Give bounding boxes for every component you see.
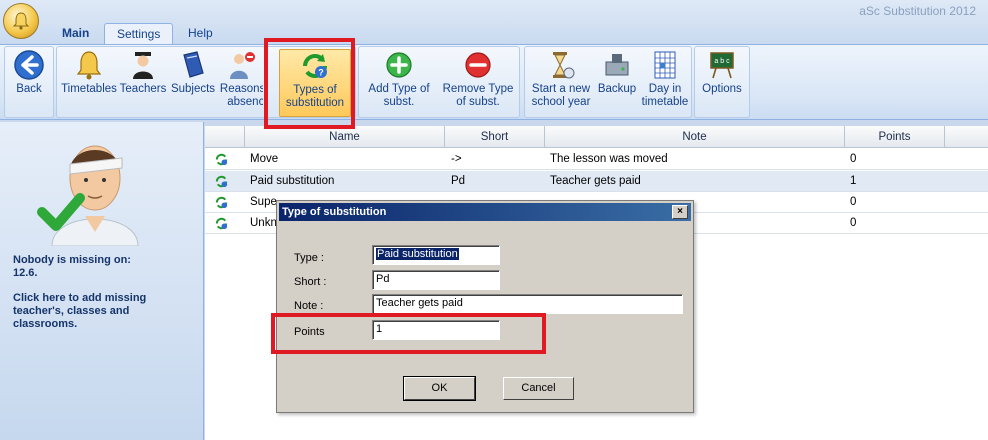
cell-short: Pd: [451, 175, 466, 187]
blackboard-icon: a b c: [710, 52, 734, 79]
back-button[interactable]: Back: [7, 49, 51, 117]
tab-main[interactable]: Main: [50, 23, 101, 44]
header-short[interactable]: Short: [445, 126, 545, 148]
substitution-type-icon: [215, 217, 228, 230]
substitution-type-icon: [215, 153, 228, 166]
subjects-button[interactable]: Subjects: [169, 49, 217, 117]
cell-short: ->: [451, 153, 462, 165]
note-label: Note :: [294, 300, 324, 312]
backup-button[interactable]: Backup: [595, 49, 639, 117]
ribbon-group-data: Timetables Teachers Subjects Reasons abs…: [56, 46, 356, 118]
reasons-of-absence-button[interactable]: Reasons of absence: [219, 49, 263, 117]
header-points[interactable]: Points: [845, 126, 945, 148]
bell-icon: [76, 51, 102, 80]
dialog-title-bar[interactable]: Type of substitution ×: [279, 203, 691, 221]
remove-type-button[interactable]: Remove Type of subst.: [441, 49, 515, 117]
teachers-button[interactable]: Teachers: [119, 49, 167, 117]
options-button[interactable]: a b c Options: [697, 49, 747, 117]
ok-button[interactable]: OK: [403, 376, 476, 401]
hourglass-icon: [553, 52, 575, 79]
calendar-grid-icon: [654, 51, 676, 79]
ribbon-group-types: Add Type of subst. Remove Type of subst.: [358, 46, 520, 118]
add-type-button[interactable]: Add Type of subst.: [367, 49, 431, 117]
app-menu-button[interactable]: [3, 3, 39, 39]
book-icon: [183, 51, 204, 78]
cancel-button[interactable]: Cancel: [503, 377, 574, 400]
cell-note: Teacher gets paid: [550, 175, 641, 187]
plus-icon: [386, 52, 412, 78]
day-label: Day in timetable: [641, 83, 689, 108]
short-field[interactable]: Pd: [372, 270, 500, 290]
short-label: Short :: [294, 276, 327, 288]
svg-text:?: ?: [318, 68, 324, 78]
subjects-label: Subjects: [170, 83, 216, 95]
back-label: Back: [16, 83, 42, 95]
bell-icon: [12, 12, 30, 30]
cell-name: Paid substitution: [250, 175, 335, 187]
new-year-label: Start a new school year: [531, 83, 591, 108]
swap-cycle-icon: ?: [303, 54, 327, 78]
back-arrow-icon: [14, 50, 44, 80]
missing-status: Nobody is missing on: 12.6.: [13, 254, 193, 280]
cell-note: The lesson was moved: [550, 153, 668, 165]
missing-date: 12.6.: [13, 267, 38, 279]
types-of-substitution-button[interactable]: ? Types of substitution: [279, 49, 351, 117]
points-field[interactable]: 1: [372, 320, 500, 340]
remove-type-label: Remove Type of subst.: [442, 83, 514, 108]
header-icon-column: [205, 126, 245, 148]
type-of-substitution-dialog: Type of substitution × Type : Paid subst…: [276, 200, 694, 413]
cell-points: 0: [850, 153, 857, 165]
minus-icon: [465, 52, 491, 78]
app-title: aSc Substitution 2012: [859, 4, 976, 18]
teacher-icon: [133, 52, 153, 79]
note-field[interactable]: Teacher gets paid: [372, 294, 683, 314]
substitution-type-icon: [215, 175, 228, 188]
day-in-timetable-button[interactable]: Day in timetable: [641, 49, 689, 117]
substitution-type-icon: [215, 196, 228, 209]
header-name[interactable]: Name: [245, 126, 445, 148]
cell-name: Move: [250, 153, 279, 165]
cell-points: 1: [850, 175, 857, 187]
ribbon-group-back: Back: [4, 46, 54, 118]
cell-points: 0: [850, 196, 857, 208]
options-label: Options: [702, 83, 742, 95]
ribbon-group-options: a b c Options: [694, 46, 750, 118]
svg-text:a b c: a b c: [714, 58, 730, 65]
tab-help[interactable]: Help: [176, 23, 225, 44]
cell-points: 0: [850, 217, 857, 229]
table-header: Name Short Note Points: [205, 126, 988, 148]
dialog-title: Type of substitution: [282, 206, 387, 218]
table-row-selected[interactable]: Paid substitution Pd Teacher gets paid 1: [205, 171, 988, 192]
type-field[interactable]: Paid substitution: [372, 245, 500, 265]
table-row[interactable]: Move -> The lesson was moved 0: [205, 149, 988, 170]
backup-drive-icon: [605, 54, 629, 76]
close-icon[interactable]: ×: [672, 205, 688, 219]
person-absence-icon: [230, 52, 255, 79]
types-label: Types of substitution: [285, 84, 345, 109]
teachers-label: Teachers: [119, 83, 167, 95]
title-bar: aSc Substitution 2012 Main Settings Help: [0, 0, 988, 45]
type-field-value: Paid substitution: [376, 248, 459, 260]
nurse-person-icon: [37, 145, 139, 246]
header-note[interactable]: Note: [545, 126, 845, 148]
type-label: Type :: [294, 252, 324, 264]
missing-panel[interactable]: Nobody is missing on: 12.6. Click here t…: [0, 122, 204, 440]
backup-label: Backup: [597, 83, 637, 95]
points-label: Points: [294, 326, 325, 338]
timetables-label: Timetables: [61, 83, 117, 95]
new-school-year-button[interactable]: Start a new school year: [529, 49, 593, 117]
reasons-label: Reasons of absence: [219, 83, 263, 108]
ribbon: Back Timetables Teachers Subjects Reason…: [0, 44, 988, 120]
tab-settings[interactable]: Settings: [104, 23, 174, 45]
missing-title: Nobody is missing on:: [13, 254, 131, 266]
add-type-label: Add Type of subst.: [368, 83, 430, 108]
ribbon-group-school: Start a new school year Backup Day in ti…: [524, 46, 692, 118]
timetables-button[interactable]: Timetables: [61, 49, 117, 117]
add-missing-hint[interactable]: Click here to add missing teacher's, cla…: [13, 292, 193, 331]
